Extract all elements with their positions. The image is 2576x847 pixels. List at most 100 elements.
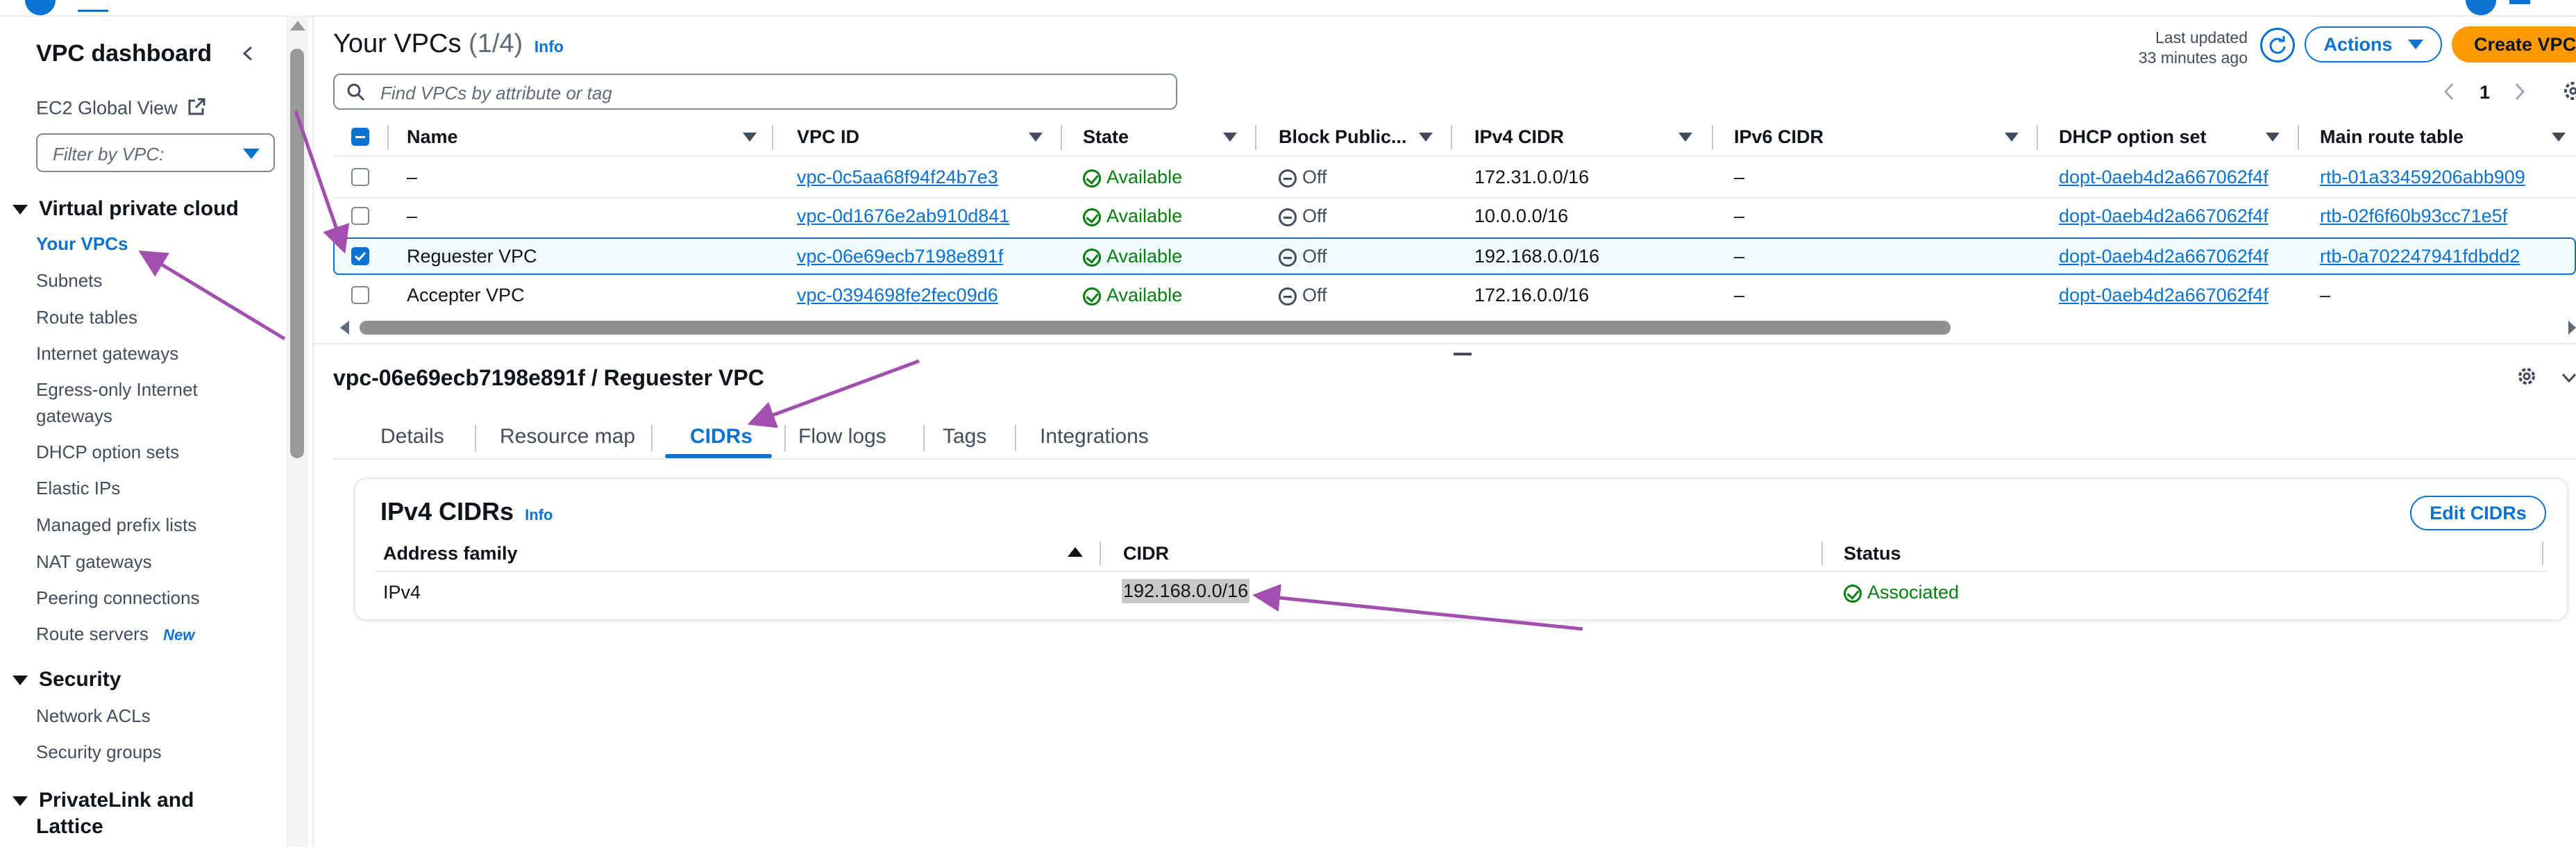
cell-vpc-id-link[interactable]: vpc-0394698fe2fec09d6	[797, 285, 998, 306]
sidebar-item-nat-gateways[interactable]: NAT gateways	[36, 551, 152, 573]
sort-icon[interactable]	[2005, 133, 2019, 142]
tabs-underline	[333, 458, 2576, 460]
sidebar-item-your-vpcs[interactable]: Your VPCs	[36, 233, 128, 255]
row-checkbox-checked[interactable]	[351, 247, 369, 265]
column-header-dhcp-option-set[interactable]: DHCP option set	[2059, 126, 2207, 148]
column-header-state[interactable]: State	[1083, 126, 1129, 148]
new-badge: New	[163, 626, 195, 644]
column-header-main-route-table[interactable]: Main route table	[2320, 126, 2464, 148]
collapse-sidebar-icon[interactable]	[240, 44, 257, 61]
column-header-ipv4-cidr[interactable]: IPv4 CIDR	[1474, 126, 1564, 148]
tab-resource-map[interactable]: Resource map	[500, 425, 635, 448]
ec2-global-view-link[interactable]: EC2 Global View	[36, 97, 206, 121]
scroll-right-arrow-icon[interactable]	[2568, 321, 2576, 335]
sort-icon[interactable]	[2552, 133, 2566, 142]
sort-ascending-icon[interactable]	[1068, 547, 1083, 557]
column-header-vpc-id[interactable]: VPC ID	[797, 126, 859, 148]
sort-icon[interactable]	[1029, 133, 1043, 142]
info-link[interactable]: Info	[525, 506, 553, 523]
column-separator	[2542, 542, 2543, 565]
scroll-left-arrow-icon[interactable]	[340, 321, 349, 335]
sidebar-item-egress-only-internet-gateways-line2[interactable]: gateways	[36, 405, 112, 427]
sidebar-item-internet-gateways[interactable]: Internet gateways	[36, 343, 178, 364]
tab-details[interactable]: Details	[380, 425, 444, 448]
section-virtual-private-cloud[interactable]: Virtual private cloud	[12, 197, 239, 221]
split-panel-resize-handle[interactable]	[1454, 353, 1472, 355]
actions-button[interactable]: Actions	[2305, 26, 2442, 62]
sidebar-item-dhcp-option-sets[interactable]: DHCP option sets	[36, 442, 179, 463]
column-header-address-family[interactable]: Address family	[383, 543, 518, 564]
table-settings-icon[interactable]	[2561, 79, 2576, 108]
search-input[interactable]: Find VPCs by attribute or tag	[333, 74, 1177, 110]
aws-menu-icon[interactable]	[25, 0, 56, 15]
sidebar-item-subnets[interactable]: Subnets	[36, 270, 102, 292]
select-all-checkbox[interactable]	[351, 128, 369, 146]
cidr-row: IPv4 192.168.0.0/16 Associated	[375, 575, 2548, 611]
split-panel-divider[interactable]	[314, 343, 2576, 344]
tab-flow-logs[interactable]: Flow logs	[798, 425, 886, 448]
row-checkbox[interactable]	[351, 286, 369, 304]
account-avatar-icon[interactable]	[2466, 0, 2496, 15]
next-page-icon[interactable]	[2513, 82, 2527, 106]
section-security[interactable]: Security	[12, 668, 121, 691]
row-checkbox[interactable]	[351, 168, 369, 186]
cell-main-route-table-link[interactable]: rtb-0a702247941fdbdd2	[2320, 246, 2520, 267]
refresh-button[interactable]	[2260, 28, 2295, 62]
cell-dhcp-option-set-link[interactable]: dopt-0aeb4d2a667062f4f	[2059, 206, 2268, 227]
create-vpc-button[interactable]: Create VPC	[2452, 26, 2576, 62]
sidebar-item-route-servers[interactable]: Route servers New	[36, 623, 194, 645]
filter-by-vpc-select[interactable]: Filter by VPC:	[36, 133, 275, 172]
sidebar-item-security-groups[interactable]: Security groups	[36, 741, 162, 763]
info-link[interactable]: Info	[534, 37, 564, 56]
status-text: Associated	[1867, 582, 1960, 603]
cell-main-route-table: –	[2320, 285, 2331, 305]
previous-page-icon[interactable]	[2442, 82, 2456, 106]
cell-ipv6-cidr: –	[1734, 206, 1745, 226]
cell-main-route-table-link[interactable]: rtb-01a33459206abb909	[2320, 167, 2525, 188]
column-separator	[1712, 125, 1713, 150]
column-header-ipv6-cidr[interactable]: IPv6 CIDR	[1734, 126, 1824, 148]
sidebar-title[interactable]: VPC dashboard	[36, 40, 212, 67]
section-privatelink-and-lattice[interactable]: PrivateLink and	[12, 789, 194, 812]
cell-block-public-access: Off	[1279, 167, 1327, 188]
collapse-panel-icon[interactable]	[2561, 368, 2576, 390]
tab-tags[interactable]: Tags	[943, 425, 986, 448]
sidebar-item-peering-connections[interactable]: Peering connections	[36, 587, 200, 609]
cell-dhcp-option-set-link[interactable]: dopt-0aeb4d2a667062f4f	[2059, 285, 2268, 306]
cell-dhcp-option-set-link[interactable]: dopt-0aeb4d2a667062f4f	[2059, 246, 2268, 267]
column-header-cidr[interactable]: CIDR	[1123, 543, 1169, 564]
column-header-block-public-access[interactable]: Block Public...	[1279, 126, 1407, 148]
sidebar-item-route-tables[interactable]: Route tables	[36, 307, 137, 328]
detail-settings-icon[interactable]	[2516, 365, 2538, 392]
tab-integrations[interactable]: Integrations	[1040, 425, 1149, 448]
sort-icon[interactable]	[743, 133, 757, 142]
sidebar-item-elastic-ips[interactable]: Elastic IPs	[36, 478, 120, 499]
cell-vpc-id-link[interactable]: vpc-06e69ecb7198e891f	[797, 246, 1003, 267]
edit-cidrs-button[interactable]: Edit CIDRs	[2410, 496, 2546, 530]
sort-icon[interactable]	[1223, 133, 1237, 142]
state-text: Available	[1106, 285, 1183, 305]
sort-icon[interactable]	[1419, 133, 1433, 142]
state-text: Available	[1106, 246, 1183, 267]
sort-icon[interactable]	[1678, 133, 1692, 142]
cell-dhcp-option-set-link[interactable]: dopt-0aeb4d2a667062f4f	[2059, 167, 2268, 188]
column-header-name[interactable]: Name	[407, 126, 458, 148]
dropdown-caret-icon	[243, 149, 260, 159]
sidebar-scrollbar-thumb[interactable]	[290, 49, 304, 458]
column-header-status[interactable]: Status	[1844, 543, 1901, 564]
sidebar-item-managed-prefix-lists[interactable]: Managed prefix lists	[36, 514, 196, 536]
sidebar-item-egress-only-internet-gateways[interactable]: Egress-only Internet	[36, 379, 198, 401]
scroll-up-arrow-icon[interactable]	[290, 21, 305, 31]
cell-vpc-id-link[interactable]: vpc-0d1676e2ab910d841	[797, 206, 1009, 227]
cell-main-route-table-link[interactable]: rtb-02f6f60b93cc71e5f	[2320, 206, 2507, 227]
cell-vpc-id-link[interactable]: vpc-0c5aa68f94f24b7e3	[797, 167, 998, 188]
sort-icon[interactable]	[2266, 133, 2280, 142]
row-checkbox[interactable]	[351, 207, 369, 225]
services-icon[interactable]	[78, 0, 108, 12]
page-number[interactable]: 1	[2480, 82, 2490, 103]
panel-title: IPv4 CIDRs Info	[380, 497, 553, 526]
table-horizontal-scrollbar-thumb[interactable]	[360, 321, 1951, 335]
sidebar-item-network-acls[interactable]: Network ACLs	[36, 705, 151, 727]
tab-cidrs[interactable]: CIDRs	[690, 425, 752, 448]
region-icon[interactable]	[2509, 0, 2530, 4]
